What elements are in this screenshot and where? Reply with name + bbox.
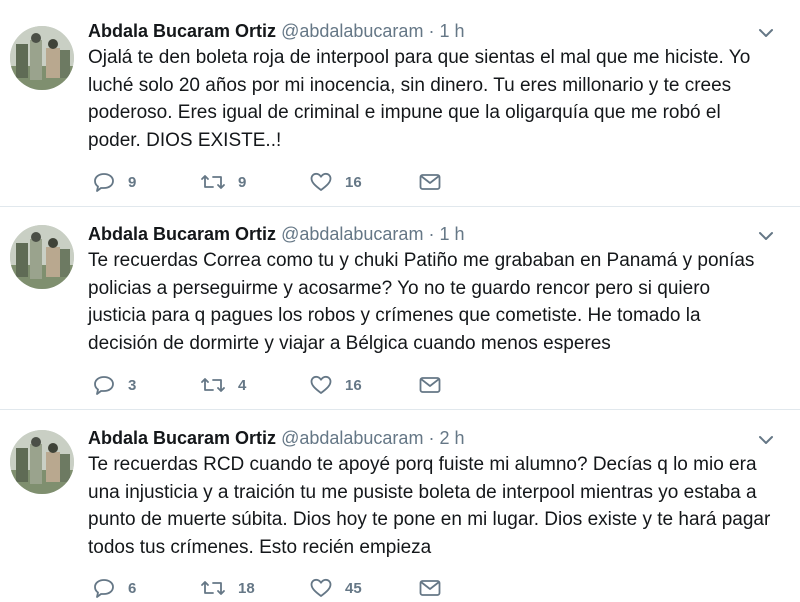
retweet-button[interactable]: 9 xyxy=(200,168,246,196)
tweet-text-line: luché solo 20 años por mi inocencia, sin… xyxy=(88,74,732,96)
like-count: 16 xyxy=(345,173,362,191)
separator-dot: · xyxy=(428,21,435,41)
reply-button[interactable]: 6 xyxy=(92,574,136,602)
author-name[interactable]: Abdala Bucaram Ortiz xyxy=(88,21,276,41)
retweet-button[interactable]: 18 xyxy=(200,574,255,602)
avatar-photo xyxy=(10,225,74,289)
author-handle[interactable]: @abdalabucaram xyxy=(281,21,423,41)
heart-icon xyxy=(310,578,332,597)
tweet-text-line: punto de muerte súbita. Dios hoy te pone… xyxy=(88,509,771,530)
envelope-icon xyxy=(419,174,441,190)
tweet-time[interactable]: 2 h xyxy=(439,428,464,448)
direct-message-button[interactable] xyxy=(418,574,442,602)
avatar[interactable] xyxy=(10,225,74,289)
like-button[interactable]: 45 xyxy=(309,574,362,602)
like-button[interactable]: 16 xyxy=(309,168,362,196)
heart-icon xyxy=(310,375,332,394)
tweet-text-line: poder. DIOS EXISTE..! xyxy=(88,129,282,151)
envelope-icon xyxy=(419,377,441,393)
chevron-down-icon[interactable] xyxy=(756,430,776,450)
tweet-text-line: una injusticia y a traición tu me pusist… xyxy=(88,481,757,503)
envelope-icon xyxy=(419,580,441,596)
tweet-text-line: justicia para q pagues los robos y críme… xyxy=(88,305,701,326)
author-name[interactable]: Abdala Bucaram Ortiz xyxy=(88,224,276,244)
reply-icon xyxy=(94,376,114,395)
tweet-text-line: Te recuerdas Correa como tu y chuki Pati… xyxy=(88,250,755,271)
retweet-icon xyxy=(201,175,225,189)
reply-icon xyxy=(94,173,114,192)
like-count: 45 xyxy=(345,579,362,597)
reply-icon xyxy=(94,579,114,598)
tweet-text-line: Ojalá te den boleta roja de interpool pa… xyxy=(88,47,751,68)
retweet-count: 4 xyxy=(238,376,247,394)
reply-button[interactable]: 3 xyxy=(92,371,136,399)
chevron-down-icon[interactable] xyxy=(756,226,776,246)
avatar-photo xyxy=(10,26,74,90)
tweet-text-line: todos tus crímenes. Esto recién empieza xyxy=(88,536,432,558)
tweet[interactable]: Abdala Bucaram Ortiz @abdalabucaram · 1 … xyxy=(0,0,800,206)
retweet-button[interactable]: 4 xyxy=(200,371,246,399)
tweet-text-line: Te recuerdas RCD cuando te apoyé porq fu… xyxy=(88,454,757,475)
retweet-count: 18 xyxy=(238,579,255,597)
tweet-time[interactable]: 1 h xyxy=(439,224,464,244)
tweet-text: Ojalá te den boleta roja de interpool pa… xyxy=(88,44,788,154)
tweet-text: Te recuerdas Correa como tu y chuki Pati… xyxy=(88,247,788,357)
author-handle[interactable]: @abdalabucaram xyxy=(281,428,423,448)
tweet-text-line: poderoso. Eres igual de criminal e impun… xyxy=(88,102,721,123)
reply-count: 9 xyxy=(128,173,137,191)
tweet[interactable]: Abdala Bucaram Ortiz @abdalabucaram · 1 … xyxy=(0,207,800,409)
author-handle[interactable]: @abdalabucaram xyxy=(281,224,423,244)
avatar[interactable] xyxy=(10,430,74,494)
direct-message-button[interactable] xyxy=(418,371,442,399)
direct-message-button[interactable] xyxy=(418,168,442,196)
tweet-text-line: decisión de dormirte y viajar a Bélgica … xyxy=(88,332,611,354)
reply-button[interactable]: 9 xyxy=(92,168,136,196)
tweet-actions: 9 9 16 xyxy=(88,168,468,196)
reply-count: 6 xyxy=(128,579,137,597)
like-button[interactable]: 16 xyxy=(309,371,362,399)
tweet-actions: 3 4 16 xyxy=(88,371,468,399)
separator-dot: · xyxy=(428,224,435,244)
author-name[interactable]: Abdala Bucaram Ortiz xyxy=(88,428,276,448)
tweet-text: Te recuerdas RCD cuando te apoyé porq fu… xyxy=(88,451,788,561)
tweet-text-line: policias a perseguirme y acosarme? Yo no… xyxy=(88,277,711,299)
retweet-icon xyxy=(201,378,225,392)
retweet-count: 9 xyxy=(238,173,247,191)
avatar[interactable] xyxy=(10,26,74,90)
chevron-down-icon[interactable] xyxy=(756,23,776,43)
reply-count: 3 xyxy=(128,376,137,394)
like-count: 16 xyxy=(345,376,362,394)
tweet-actions: 6 18 45 xyxy=(88,574,468,602)
separator-dot: · xyxy=(428,428,435,448)
tweet-time[interactable]: 1 h xyxy=(439,21,464,41)
tweet[interactable]: Abdala Bucaram Ortiz @abdalabucaram · 2 … xyxy=(0,410,800,598)
avatar-photo xyxy=(10,430,74,494)
heart-icon xyxy=(310,172,332,191)
retweet-icon xyxy=(201,581,225,595)
